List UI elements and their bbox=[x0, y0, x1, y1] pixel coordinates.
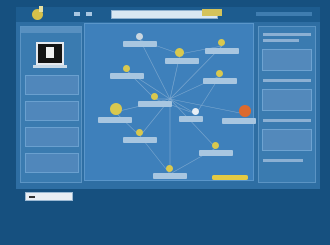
sidebar-panel[interactable] bbox=[25, 101, 79, 121]
node-label[interactable] bbox=[98, 117, 132, 123]
avatar[interactable] bbox=[36, 42, 64, 65]
planet-icon[interactable] bbox=[166, 165, 173, 172]
planet-icon[interactable] bbox=[136, 129, 143, 136]
top-bar bbox=[16, 6, 320, 22]
node-label[interactable] bbox=[165, 58, 199, 64]
nav-forward-icon[interactable] bbox=[86, 12, 92, 16]
sidebar-row[interactable] bbox=[263, 79, 311, 82]
planet-icon[interactable] bbox=[151, 93, 158, 100]
profile-name bbox=[33, 65, 67, 68]
sidebar-panel[interactable] bbox=[25, 127, 79, 147]
node-label[interactable] bbox=[203, 78, 237, 84]
planet-icon[interactable] bbox=[239, 105, 251, 117]
planet-icon[interactable] bbox=[212, 142, 219, 149]
node-label[interactable] bbox=[222, 118, 256, 124]
sidebar-box[interactable] bbox=[262, 49, 312, 71]
search-button[interactable] bbox=[202, 9, 222, 16]
sidebar-row[interactable] bbox=[263, 33, 311, 36]
left-sidebar bbox=[20, 26, 82, 201]
sidebar-box[interactable] bbox=[262, 129, 312, 151]
node-label[interactable] bbox=[205, 48, 239, 54]
sidebar-row[interactable] bbox=[263, 159, 303, 162]
node-label[interactable] bbox=[179, 116, 203, 122]
node-label[interactable] bbox=[123, 137, 157, 143]
planet-icon[interactable] bbox=[123, 65, 130, 72]
sidebar-row[interactable] bbox=[263, 119, 311, 122]
planet-icon[interactable] bbox=[218, 39, 225, 46]
app-window bbox=[16, 6, 320, 201]
planet-icon[interactable] bbox=[192, 108, 199, 115]
sidebar-header bbox=[21, 27, 81, 33]
node-label[interactable] bbox=[199, 150, 233, 156]
action-button[interactable] bbox=[212, 175, 248, 180]
planet-icon[interactable] bbox=[110, 103, 122, 115]
sidebar-panel[interactable] bbox=[25, 75, 79, 95]
network-map bbox=[84, 23, 256, 181]
node-label[interactable] bbox=[123, 41, 157, 47]
node-label[interactable] bbox=[110, 73, 144, 79]
top-links[interactable] bbox=[256, 12, 312, 16]
node-label[interactable] bbox=[153, 173, 187, 179]
logo-icon[interactable] bbox=[32, 6, 43, 20]
right-sidebar bbox=[258, 26, 316, 183]
sidebar-panel[interactable] bbox=[25, 153, 79, 173]
status-field[interactable] bbox=[25, 192, 73, 201]
planet-icon[interactable] bbox=[175, 48, 184, 57]
sidebar-box[interactable] bbox=[262, 89, 312, 111]
sidebar-row[interactable] bbox=[263, 39, 299, 42]
node-label[interactable] bbox=[138, 101, 172, 107]
planet-icon[interactable] bbox=[216, 70, 223, 77]
nav-back-icon[interactable] bbox=[74, 12, 80, 16]
planet-icon[interactable] bbox=[136, 33, 143, 40]
